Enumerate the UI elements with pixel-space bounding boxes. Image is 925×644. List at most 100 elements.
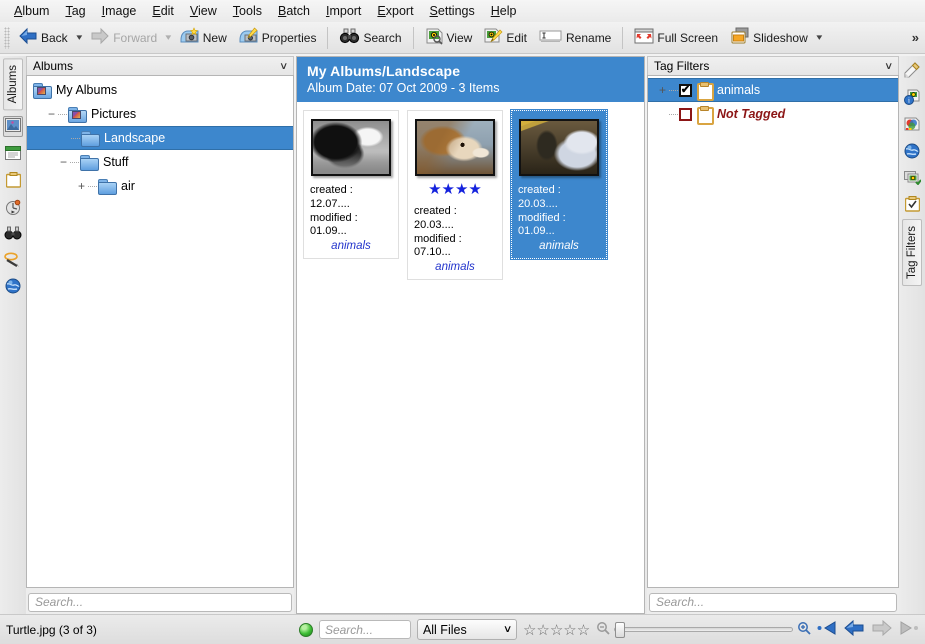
rename-label: Rename <box>566 31 611 45</box>
searches-icon[interactable] <box>4 226 22 243</box>
tree-item-stuff[interactable]: − Stuff <box>27 150 293 174</box>
right-vertical-tab-tag-filters[interactable]: Tag Filters <box>902 219 922 286</box>
albums-search-input[interactable]: Search... <box>28 593 292 612</box>
toolbar-separator-2 <box>413 27 414 49</box>
filters-icon[interactable] <box>904 170 921 188</box>
menu-settings[interactable]: Settings <box>422 2 483 20</box>
view-button[interactable]: View <box>419 25 479 51</box>
tree-item-pictures[interactable]: − Pictures <box>27 102 293 126</box>
main-body: Albums <box>0 54 925 614</box>
slideshow-dropdown[interactable]: ▾ <box>812 32 826 43</box>
menu-album[interactable]: Album <box>6 2 57 20</box>
thumbnail-image[interactable] <box>415 119 495 176</box>
thumbnail-modified: modified : 01.09... <box>307 212 395 240</box>
thumbnail-created: created : 20.03.... <box>515 184 603 212</box>
fullscreen-label: Full Screen <box>657 31 718 45</box>
menu-export[interactable]: Export <box>369 2 421 20</box>
menu-batch[interactable]: Batch <box>270 2 318 20</box>
first-image-icon[interactable] <box>817 621 837 638</box>
collapse-expander-icon[interactable]: − <box>57 156 70 168</box>
tag-row-not-tagged[interactable]: Not Tagged <box>648 102 898 126</box>
zoom-out-icon[interactable] <box>596 621 610 638</box>
toolbar-overflow-button[interactable]: » <box>912 30 919 45</box>
menu-import[interactable]: Import <box>318 2 369 20</box>
tag-row-animals[interactable]: + ✔ animals <box>648 78 898 102</box>
collapse-expander-icon[interactable]: − <box>45 108 58 120</box>
forward-button[interactable]: Forward <box>84 25 163 51</box>
chevron-down-icon[interactable]: ∨ <box>884 61 893 72</box>
tag-filters-icon[interactable] <box>905 196 920 215</box>
colors-icon[interactable] <box>904 116 920 135</box>
tree-item-landscape[interactable]: Landscape <box>27 126 293 150</box>
tree-item-air[interactable]: + air <box>27 174 293 198</box>
rename-button[interactable]: Rename <box>533 25 617 51</box>
zoom-slider-handle[interactable] <box>615 622 625 638</box>
albums-tree[interactable]: My Albums − Pictures Landscape − <box>26 75 294 588</box>
geolocation-icon[interactable] <box>904 143 920 162</box>
timeline-icon[interactable] <box>5 199 22 218</box>
edit-button[interactable]: Edit <box>478 25 533 51</box>
caption-icon[interactable] <box>904 62 920 81</box>
left-vertical-tab-albums[interactable]: Albums <box>3 58 23 110</box>
right-sidebar-strip: i <box>899 56 925 614</box>
menu-edit[interactable]: Edit <box>144 2 182 20</box>
statusbar-search-input[interactable]: Search... <box>319 620 411 639</box>
chevron-down-icon[interactable]: ∨ <box>279 61 288 72</box>
back-arrow-icon <box>18 27 38 48</box>
thumbnail-rating[interactable]: ★★★★ <box>428 182 482 197</box>
menu-tools[interactable]: Tools <box>225 2 270 20</box>
tree-item-my-albums[interactable]: My Albums <box>27 78 293 102</box>
thumbnail-image[interactable] <box>519 119 599 176</box>
zoom-control <box>596 621 811 638</box>
expand-expander-icon[interactable]: + <box>656 84 669 96</box>
tag-filters-header[interactable]: Tag Filters ∨ <box>647 56 899 75</box>
menu-tag[interactable]: Tag <box>57 2 93 20</box>
new-album-button[interactable]: New <box>174 25 233 51</box>
toolbar-separator-3 <box>622 27 623 49</box>
tag-search-input[interactable]: Search... <box>649 593 897 612</box>
fullscreen-button[interactable]: Full Screen <box>628 25 724 51</box>
menu-image[interactable]: Image <box>94 2 145 20</box>
album-title: My Albums/Landscape <box>307 63 634 79</box>
metadata-icon[interactable]: i <box>904 89 920 108</box>
properties-button[interactable]: Properties <box>233 25 323 51</box>
search-button[interactable]: Search <box>333 25 407 51</box>
rating-filter-stars[interactable]: ☆☆☆☆☆ <box>523 621 590 639</box>
calendar-icon[interactable] <box>5 145 21 164</box>
tag-filters-tree[interactable]: + ✔ animals Not Tagged <box>647 75 899 588</box>
file-filter-select[interactable]: All Files ∨ <box>417 619 517 640</box>
last-image-icon[interactable] <box>899 621 919 638</box>
tags-icon[interactable] <box>6 172 21 191</box>
expand-expander-icon[interactable]: + <box>75 180 88 192</box>
back-history-dropdown[interactable]: ▾ <box>72 32 86 43</box>
thumbnail-image[interactable] <box>311 119 391 176</box>
thumbnail-item-selected[interactable]: created : 20.03.... modified : 01.09... … <box>511 110 607 259</box>
thumbnail-grid[interactable]: created : 12.07.... modified : 01.09... … <box>297 102 644 613</box>
albums-icon[interactable] <box>3 116 23 137</box>
slideshow-button[interactable]: Slideshow <box>724 25 814 51</box>
album-icon-view-panel: My Albums/Landscape Album Date: 07 Oct 2… <box>296 56 645 614</box>
menu-view[interactable]: View <box>182 2 225 20</box>
progress-led-icon <box>299 623 313 637</box>
previous-image-icon[interactable] <box>843 620 865 639</box>
chevron-down-icon: ∨ <box>503 624 513 635</box>
tag-checkbox[interactable] <box>679 108 692 121</box>
album-banner: My Albums/Landscape Album Date: 07 Oct 2… <box>297 57 644 102</box>
tag-checkbox[interactable]: ✔ <box>679 84 692 97</box>
tag-label: Not Tagged <box>717 107 785 121</box>
zoom-in-icon[interactable] <box>797 621 811 638</box>
map-search-icon[interactable] <box>5 278 21 297</box>
menu-help[interactable]: Help <box>483 2 525 20</box>
thumbnail-item[interactable]: created : 12.07.... modified : 01.09... … <box>303 110 399 259</box>
fuzzy-search-icon[interactable] <box>4 251 22 270</box>
back-button[interactable]: Back <box>12 25 74 51</box>
left-sidebar-strip: Albums <box>0 56 26 614</box>
toolbar-grip[interactable] <box>4 27 10 49</box>
next-image-icon[interactable] <box>871 620 893 639</box>
albums-panel-header[interactable]: Albums ∨ <box>26 56 294 75</box>
forward-history-dropdown[interactable]: ▾ <box>162 32 176 43</box>
zoom-slider-track[interactable] <box>614 627 793 632</box>
digikam-window: Album Tag Image Edit View Tools Batch Im… <box>0 0 925 644</box>
thumbnail-item[interactable]: ★★★★ created : 20.03.... modified : 07.1… <box>407 110 503 280</box>
tag-search-row: Search... <box>647 588 899 614</box>
